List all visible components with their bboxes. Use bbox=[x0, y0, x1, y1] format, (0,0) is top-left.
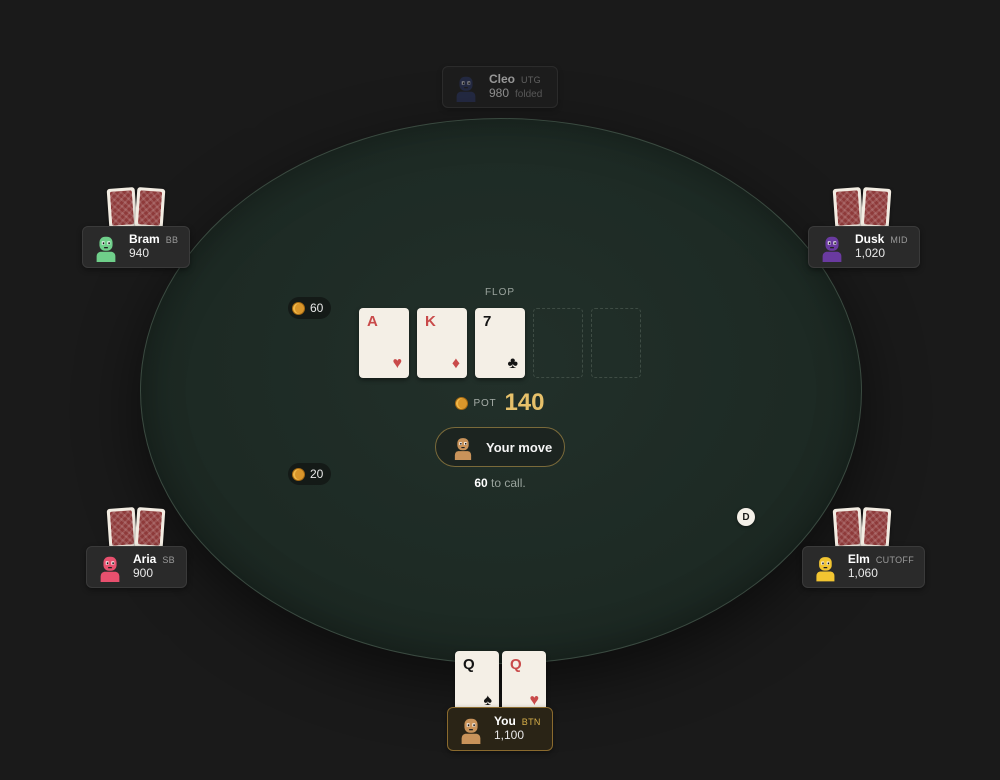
card-back bbox=[832, 187, 864, 229]
card-suit: ♣ bbox=[507, 355, 519, 372]
seat-stack: 980 bbox=[489, 86, 510, 100]
seat-position: MID bbox=[890, 235, 908, 246]
you-avatar-icon bbox=[456, 714, 486, 744]
cleo-avatar-icon bbox=[451, 72, 481, 102]
chip-icon bbox=[292, 301, 305, 315]
seat-name: Elm bbox=[847, 552, 870, 567]
street-label: FLOP bbox=[484, 287, 516, 298]
you-avatar-icon bbox=[450, 434, 476, 460]
seat-name: Aria bbox=[133, 552, 157, 567]
card-back bbox=[134, 507, 166, 549]
turn-text: Your move bbox=[486, 439, 553, 455]
seat-stack: 900 bbox=[133, 566, 154, 580]
seat-position: SB bbox=[162, 555, 175, 566]
call-amount: 60 bbox=[474, 476, 488, 490]
board-card-2: K ♦ bbox=[417, 308, 467, 378]
seat-name: You bbox=[494, 714, 516, 729]
card-suit: ♥ bbox=[392, 355, 403, 372]
pot-display: POT 140 bbox=[440, 388, 560, 418]
seat-you[interactable]: You BTN 1,100 bbox=[447, 707, 553, 751]
seat-dusk[interactable]: Dusk MID 1,020 bbox=[808, 226, 920, 268]
card-back bbox=[106, 187, 138, 229]
aria-avatar-icon bbox=[95, 552, 125, 582]
bram-hole-cards bbox=[106, 187, 168, 230]
seat-position: BTN bbox=[521, 717, 541, 728]
bram-avatar-icon bbox=[91, 232, 121, 262]
card-suit: ♦ bbox=[451, 355, 460, 372]
card-back bbox=[832, 507, 864, 549]
hero-card-2[interactable]: Q ♥ bbox=[502, 651, 546, 715]
board-slot-turn bbox=[533, 308, 583, 378]
card-rank: A bbox=[367, 313, 378, 330]
dealer-button: D bbox=[737, 508, 755, 526]
chip-icon bbox=[292, 467, 305, 481]
card-rank: Q bbox=[510, 656, 522, 673]
bet-aria: 20 bbox=[288, 463, 332, 485]
pot-label: POT bbox=[473, 397, 497, 409]
call-info: 60 to call. bbox=[420, 476, 580, 490]
elm-avatar-icon bbox=[811, 552, 840, 582]
seat-stack: 1,060 bbox=[847, 566, 878, 580]
elm-hole-cards bbox=[832, 507, 894, 550]
seat-aria[interactable]: Aria SB 900 bbox=[86, 546, 187, 588]
board-card-3: 7 ♣ bbox=[475, 308, 525, 378]
chip-icon bbox=[455, 396, 469, 410]
card-rank: K bbox=[425, 313, 436, 330]
seat-elm[interactable]: Elm CUTOFF 1,060 bbox=[802, 546, 925, 588]
seat-stack: 1,020 bbox=[855, 246, 886, 260]
poker-table-screen: Cleo UTG 980 folded Bram BB 940 Dusk MID… bbox=[0, 0, 1000, 780]
turn-indicator: Your move bbox=[435, 427, 565, 467]
seat-name: Dusk bbox=[855, 232, 885, 247]
pot-amount: 140 bbox=[504, 389, 545, 416]
card-rank: Q bbox=[463, 656, 475, 673]
card-back bbox=[106, 507, 138, 549]
bet-amount: 20 bbox=[310, 467, 324, 481]
seat-name: Cleo bbox=[489, 72, 516, 87]
seat-name: Bram bbox=[129, 232, 160, 247]
card-back bbox=[134, 187, 166, 229]
seat-position: CUTOFF bbox=[875, 555, 914, 566]
seat-position: BB bbox=[165, 235, 179, 246]
card-rank: 7 bbox=[483, 313, 492, 330]
seat-position: UTG bbox=[521, 75, 541, 86]
card-back bbox=[860, 507, 892, 549]
aria-hole-cards bbox=[106, 507, 168, 550]
seat-bram[interactable]: Bram BB 940 bbox=[82, 226, 190, 268]
bet-bram: 60 bbox=[288, 297, 332, 319]
card-back bbox=[860, 187, 892, 229]
hero-card-1[interactable]: Q ♠ bbox=[455, 651, 499, 715]
seat-stack: 940 bbox=[129, 246, 150, 260]
seat-status: folded bbox=[515, 89, 543, 100]
dusk-hole-cards bbox=[832, 187, 894, 230]
seat-cleo[interactable]: Cleo UTG 980 folded bbox=[442, 66, 558, 108]
dusk-avatar-icon bbox=[817, 232, 847, 262]
bet-amount: 60 bbox=[310, 301, 324, 315]
board-slot-river bbox=[591, 308, 641, 378]
board-card-1: A ♥ bbox=[359, 308, 409, 378]
seat-stack: 1,100 bbox=[494, 728, 525, 742]
call-suffix: to call. bbox=[487, 476, 526, 490]
